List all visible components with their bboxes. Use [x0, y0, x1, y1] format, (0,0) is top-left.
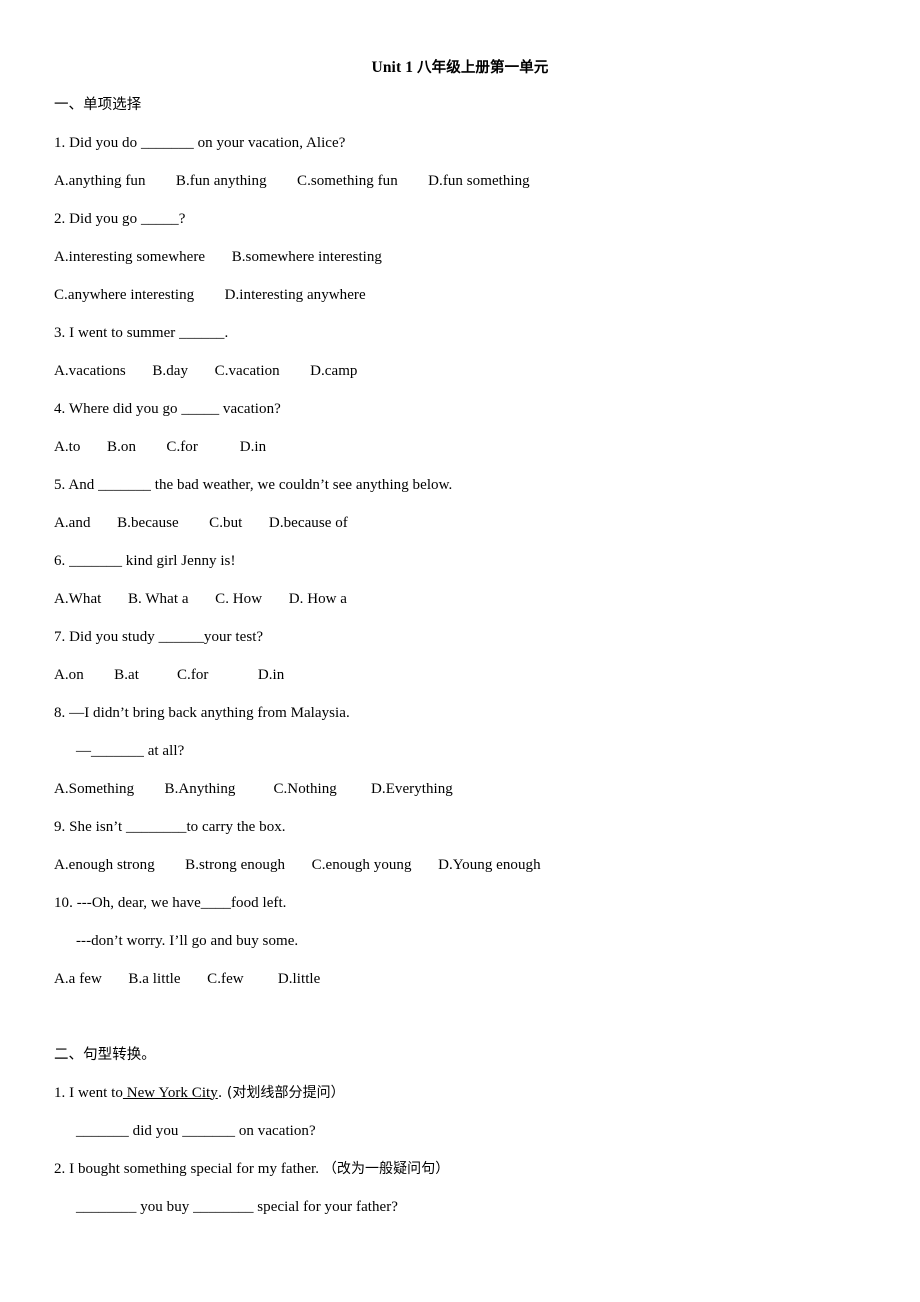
- question-4-stem: 4. Where did you go _____ vacation?: [54, 400, 281, 417]
- question-3-options: A.vacations B.day C.vacation D.camp: [54, 362, 358, 379]
- question-5-stem: 5. And _______ the bad weather, we could…: [54, 476, 453, 493]
- transform-question-1-underlined-answer: New York City: [122, 1084, 218, 1101]
- question-7-options: A.on B.at C.for D.in: [54, 666, 285, 683]
- transform-question-2-answer-line: ________ you buy ________ special for yo…: [76, 1198, 399, 1215]
- question-5-options: A.and B.because C.but D.because of: [54, 514, 348, 531]
- worksheet-page: Unit 1 八年级上册第一单元 一、单项选择 1. Did you do __…: [0, 0, 920, 1302]
- page-title-cjk: 八年级上册第一单元: [417, 60, 549, 76]
- section-heading-1: 一、单项选择: [54, 96, 142, 113]
- question-2-stem: 2. Did you go _____?: [54, 210, 186, 227]
- transform-question-1-prefix: 1. I went to: [54, 1084, 123, 1101]
- question-7-stem: 7. Did you study ______your test?: [54, 628, 264, 645]
- transform-question-2-instruction: （改为一般疑问句）: [322, 1160, 450, 1177]
- section-heading-2: 二、句型转换。: [54, 1046, 156, 1063]
- question-8-stem: 8. —I didn’t bring back anything from Ma…: [54, 704, 350, 721]
- question-9-stem: 9. She isn’t ________to carry the box.: [54, 818, 286, 835]
- question-10-options: A.a few B.a little C.few D.little: [54, 970, 321, 987]
- transform-question-1-instruction: . (对划线部分提问）: [217, 1084, 345, 1101]
- question-3-stem: 3. I went to summer ______.: [54, 324, 229, 341]
- transform-question-1-stem: 1. I went to New York City. (对划线部分提问）: [54, 1084, 880, 1124]
- question-1-stem: 1. Did you do _______ on your vacation, …: [54, 134, 346, 151]
- question-8-options: A.Something B.Anything C.Nothing D.Every…: [54, 780, 453, 797]
- transform-question-2-prefix: 2. I bought something special for my fat…: [54, 1160, 323, 1177]
- question-2-options-row-1: A.interesting somewhere B.somewhere inte…: [54, 248, 382, 265]
- question-1-options: A.anything fun B.fun anything C.somethin…: [54, 172, 530, 189]
- question-6-options: A.What B. What a C. How D. How a: [54, 590, 348, 607]
- transform-question-2-stem: 2. I bought something special for my fat…: [54, 1160, 880, 1200]
- document-body: 一、单项选择 1. Did you do _______ on your vac…: [0, 76, 920, 1238]
- question-4-options: A.to B.on C.for D.in: [54, 438, 267, 455]
- question-8-stem-line-2: —_______ at all?: [76, 742, 185, 759]
- question-10-stem: 10. ---Oh, dear, we have____food left.: [54, 894, 287, 911]
- page-title: Unit 1 八年级上册第一单元: [0, 0, 920, 76]
- transform-question-1-answer-line: _______ did you _______ on vacation?: [76, 1122, 316, 1139]
- page-title-latin: Unit 1: [371, 59, 418, 76]
- question-9-options: A.enough strong B.strong enough C.enough…: [54, 856, 541, 873]
- question-2-options-row-2: C.anywhere interesting D.interesting any…: [54, 286, 366, 303]
- question-6-stem: 6. _______ kind girl Jenny is!: [54, 552, 236, 569]
- question-10-stem-line-2: ---don’t worry. I’ll go and buy some.: [76, 932, 299, 949]
